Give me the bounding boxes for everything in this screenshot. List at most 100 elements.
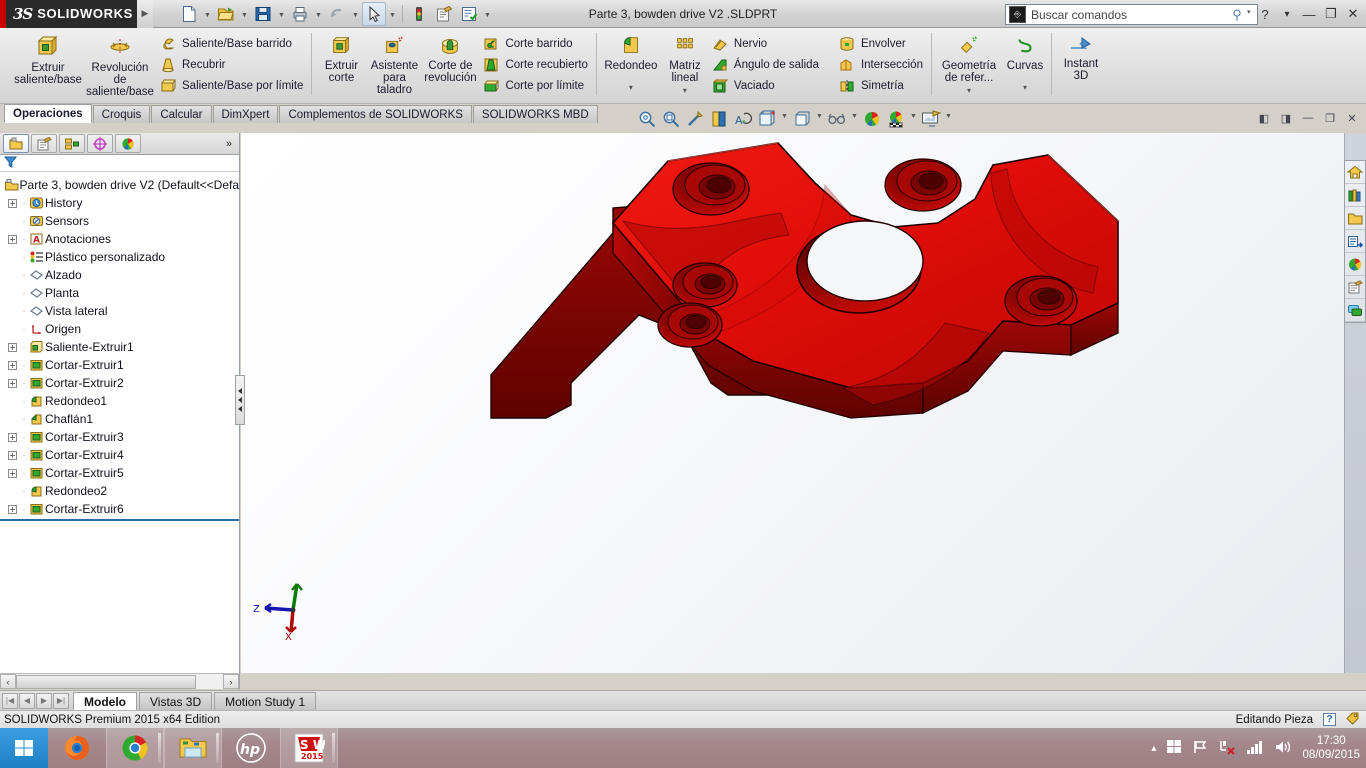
start-button[interactable] [0, 728, 48, 768]
doc-tab-modelo[interactable]: Modelo [73, 691, 137, 710]
feature-manager-tab[interactable] [3, 134, 29, 153]
reference-geometry-caret-icon[interactable]: ▾ [967, 85, 971, 97]
expand-plus-icon[interactable]: + [8, 198, 17, 208]
command-search-box[interactable]: ⎆ ⚲ ▾ [1005, 4, 1258, 25]
taskbar-firefox[interactable] [48, 728, 106, 768]
tray-network-error-icon[interactable] [1218, 739, 1236, 758]
solidworks-resources-tab[interactable] [1345, 161, 1365, 184]
options-caret-icon[interactable]: ▼ [482, 2, 493, 26]
model-3d-view[interactable] [241, 133, 1344, 673]
draft-button[interactable]: Ángulo de salida [708, 54, 823, 75]
boundary-cut-button[interactable]: Corte por límite [479, 75, 591, 96]
tree-node-vista-lateral[interactable]: · Vista lateral [0, 302, 239, 320]
view-palette-tab[interactable] [1345, 230, 1365, 253]
tab-dimxpert[interactable]: DimXpert [212, 105, 279, 123]
undo-caret-icon[interactable]: ▼ [350, 2, 361, 26]
tree-node-cortar-extruir4[interactable]: + · Cortar-Extruir4 [0, 446, 239, 464]
expand-plus-icon[interactable]: + [8, 342, 17, 352]
tab-complementos[interactable]: Complementos de SOLIDWORKS [279, 105, 472, 123]
edit-appearance-icon[interactable] [826, 108, 848, 130]
view-settings-icon[interactable] [885, 108, 907, 130]
taskbar-hp[interactable]: hp [222, 728, 280, 768]
instant-3d-button[interactable]: Instant 3D [1055, 30, 1107, 82]
expand-plus-icon[interactable]: + [8, 504, 17, 514]
tree-node-chaflan1[interactable]: · Chaflán1 [0, 410, 239, 428]
menu-expand-arrow-icon[interactable]: ▶ [137, 0, 153, 28]
select-tool-caret-icon[interactable]: ▼ [387, 2, 398, 26]
panel-splitter-handle[interactable] [235, 375, 245, 425]
property-manager-tab[interactable] [31, 134, 57, 153]
reference-geometry-button[interactable]: Geometría de refer... ▾ [935, 30, 1003, 97]
feature-manager-more-icon[interactable]: » [226, 138, 236, 150]
hole-wizard-button[interactable]: Asistente para taladro [367, 30, 421, 96]
context-help-icon[interactable]: ? [1323, 713, 1336, 726]
taskbar-clock[interactable]: 17:30 08/09/2015 [1302, 734, 1360, 762]
tree-node-cortar-extruir1[interactable]: + · Cortar-Extruir1 [0, 356, 239, 374]
minimize-button[interactable]: — [1300, 3, 1318, 25]
print-document-button[interactable] [288, 2, 312, 26]
swept-cut-button[interactable]: Corte barrido [479, 33, 591, 54]
restore-button[interactable]: ❐ [1322, 3, 1340, 25]
rollback-bar[interactable] [0, 519, 239, 521]
tree-node-origen[interactable]: · Origen [0, 320, 239, 338]
tree-node-redondeo1[interactable]: · Redondeo1 [0, 392, 239, 410]
feature-tree-horizontal-scrollbar[interactable]: ‹ › [0, 673, 240, 689]
display-manager-tab[interactable] [115, 134, 141, 153]
doc-tab-motion-study[interactable]: Motion Study 1 [214, 691, 317, 710]
tree-node-history[interactable]: + · History [0, 194, 239, 212]
solidworks-forum-tab[interactable] [1345, 299, 1365, 322]
expand-plus-icon[interactable]: + [8, 450, 17, 460]
tab-croquis[interactable]: Croquis [92, 105, 151, 123]
solidworks-logo[interactable]: 3S SOLIDWORKS [0, 0, 137, 28]
help-button[interactable]: ? [1256, 3, 1274, 25]
display-style-icon[interactable] [756, 108, 778, 130]
feature-tree-filter[interactable] [0, 155, 239, 172]
shell-button[interactable]: Vaciado [708, 75, 823, 96]
tree-node-saliente-extruir1[interactable]: + · Saliente-Extruir1 [0, 338, 239, 356]
tree-node-anotaciones[interactable]: + · A Anotaciones [0, 230, 239, 248]
file-explorer-tab[interactable] [1345, 207, 1365, 230]
tree-node-cortar-extruir6[interactable]: + · Cortar-Extruir6 [0, 500, 239, 518]
open-document-caret-icon[interactable]: ▼ [239, 2, 250, 26]
help-caret-icon[interactable]: ▾ [1278, 3, 1296, 25]
mirror-button[interactable]: Simetría [835, 75, 927, 96]
curves-button[interactable]: Curvas ▾ [1003, 30, 1047, 94]
tree-node-part[interactable]: Parte 3, bowden drive V2 (Default<<Defa [0, 176, 239, 194]
save-document-button[interactable] [251, 2, 275, 26]
apply-scene-icon[interactable] [861, 108, 883, 130]
render-tools-caret-icon[interactable]: ▼ [944, 113, 953, 125]
rib-button[interactable]: Nervio [708, 33, 823, 54]
edit-appearance-caret-icon[interactable]: ▼ [850, 113, 859, 125]
scroll-left-arrow-icon[interactable]: ‹ [0, 674, 16, 689]
tree-node-planta[interactable]: · Planta [0, 284, 239, 302]
taskbar-chrome[interactable] [106, 728, 164, 768]
expand-plus-icon[interactable]: + [8, 378, 17, 388]
tab-calcular[interactable]: Calcular [151, 105, 212, 123]
expand-plus-icon[interactable]: + [8, 468, 17, 478]
zoom-to-area-icon[interactable] [660, 108, 682, 130]
design-library-tab[interactable] [1345, 184, 1365, 207]
tree-node-sensors[interactable]: · Sensors [0, 212, 239, 230]
linear-pattern-button[interactable]: Matriz lineal ▾ [662, 30, 708, 97]
tab-last-button[interactable]: ▶| [53, 692, 69, 709]
hide-show-items-caret-icon[interactable]: ▼ [815, 113, 824, 125]
tab-operaciones[interactable]: Operaciones [4, 104, 92, 123]
tree-node-alzado[interactable]: · Alzado [0, 266, 239, 284]
tab-mbd[interactable]: SOLIDWORKS MBD [472, 105, 598, 123]
select-tool-button[interactable] [362, 1, 386, 26]
open-document-button[interactable] [214, 2, 238, 26]
tree-node-material[interactable]: · Plástico personalizado [0, 248, 239, 266]
expand-plus-icon[interactable]: + [8, 432, 17, 442]
revolve-boss-base-button[interactable]: Revolución de saliente/base [84, 30, 156, 98]
extrude-boss-base-button[interactable]: Extruir saliente/base [12, 30, 84, 86]
rebuild-button[interactable] [407, 2, 431, 26]
render-tools-icon[interactable] [920, 108, 942, 130]
swept-boss-button[interactable]: Saliente/Base barrido [156, 33, 307, 54]
tray-volume-icon[interactable] [1274, 739, 1292, 758]
close-button[interactable]: ✕ [1344, 3, 1362, 25]
search-icon[interactable]: ⚲ [1227, 7, 1247, 23]
boundary-boss-button[interactable]: Saliente/Base por límite [156, 75, 307, 96]
tray-signal-icon[interactable] [1246, 739, 1264, 758]
tab-prev-button[interactable]: ◀ [19, 692, 35, 709]
previous-view-icon[interactable] [684, 108, 706, 130]
